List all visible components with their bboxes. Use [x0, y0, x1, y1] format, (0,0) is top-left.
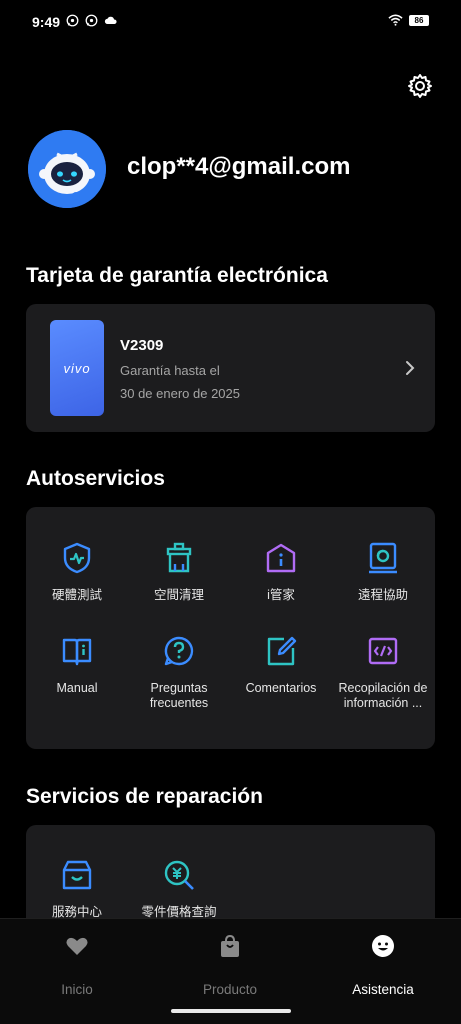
- chevron-right-icon: [406, 361, 415, 375]
- gear-icon: [408, 74, 432, 98]
- tab-inicio[interactable]: Inicio: [17, 933, 137, 997]
- self-service-label: 硬體測試: [51, 588, 102, 602]
- faq-icon: [164, 636, 194, 666]
- self-service-item-hardware-test[interactable]: 硬體測試: [26, 541, 128, 603]
- device-image: vivo: [50, 320, 104, 416]
- repair-item-service-center[interactable]: 服務中心: [26, 858, 128, 920]
- self-service-item-feedback[interactable]: Comentarios: [230, 634, 332, 696]
- settings-button[interactable]: [406, 72, 434, 100]
- self-service-card: 硬體測試 空間清理 i管家 遠程協助 Manual Preguntas frec…: [26, 507, 435, 749]
- whatsapp-icon: [85, 14, 98, 27]
- self-service-label: Recopilación de información ...: [338, 681, 428, 710]
- log-collect-icon: [368, 637, 398, 665]
- notification-icons: [66, 14, 118, 27]
- wifi-icon: [388, 14, 403, 26]
- whatsapp-icon: [66, 14, 79, 27]
- system-status-icons: 86: [388, 14, 429, 26]
- tab-label: Inicio: [61, 982, 93, 997]
- robot-avatar-icon: [28, 130, 106, 208]
- warranty-section-title: Tarjeta de garantía electrónica: [26, 264, 328, 287]
- cloud-icon: [104, 16, 117, 24]
- self-service-label: Manual: [56, 681, 98, 695]
- tab-producto[interactable]: Producto: [170, 933, 290, 997]
- device-brand-text: vivo: [63, 360, 91, 376]
- hardware-test-icon: [63, 542, 91, 574]
- self-service-label: 空間清理: [153, 588, 204, 602]
- space-cleanup-icon: [166, 542, 192, 573]
- self-service-item-space-cleanup[interactable]: 空間清理: [128, 541, 230, 603]
- self-service-item-log-collect[interactable]: Recopilación de información ...: [332, 634, 434, 711]
- self-service-label: 遠程協助: [357, 588, 408, 602]
- avatar[interactable]: [28, 130, 106, 208]
- smile-icon: [372, 935, 394, 957]
- self-service-item-faq[interactable]: Preguntas frecuentes: [128, 634, 230, 711]
- tab-label: Asistencia: [352, 982, 414, 997]
- i-manager-icon: [266, 543, 296, 573]
- status-bar: 9:49 86: [0, 0, 461, 44]
- repair-section-title: Servicios de reparación: [26, 785, 263, 808]
- device-model: V2309: [120, 337, 164, 354]
- tab-asistencia[interactable]: Asistencia: [323, 933, 443, 997]
- service-center-icon: [62, 860, 92, 890]
- warranty-line-1: Garantía hasta el: [120, 363, 220, 378]
- self-service-item-i-manager[interactable]: i管家: [230, 541, 332, 603]
- shopping-bag-icon: [221, 934, 239, 957]
- status-time: 9:49: [32, 14, 61, 30]
- remote-assist-icon: [369, 542, 397, 574]
- feedback-icon: [267, 636, 297, 666]
- warranty-expiry-date: 30 de enero de 2025: [120, 386, 240, 401]
- warranty-card[interactable]: vivo V2309 Garantía hasta el 30 de enero…: [26, 304, 435, 432]
- parts-price-icon: [164, 860, 194, 890]
- battery-level: 86: [414, 15, 424, 25]
- self-service-label: Preguntas frecuentes: [149, 681, 209, 710]
- battery-icon: 86: [409, 14, 429, 26]
- tab-label: Producto: [202, 982, 258, 997]
- account-email: clop**4@gmail.com: [127, 153, 351, 180]
- self-service-item-manual[interactable]: Manual: [26, 634, 128, 696]
- self-service-label: Comentarios: [245, 681, 317, 695]
- self-service-section-title: Autoservicios: [26, 467, 165, 490]
- self-service-item-remote-assist[interactable]: 遠程協助: [332, 541, 434, 603]
- home-indicator: [171, 1009, 291, 1013]
- manual-icon: [62, 638, 92, 666]
- repair-item-parts-price[interactable]: 零件價格查詢: [128, 858, 230, 920]
- heart-icon: [66, 937, 88, 955]
- self-service-label: i管家: [267, 588, 295, 602]
